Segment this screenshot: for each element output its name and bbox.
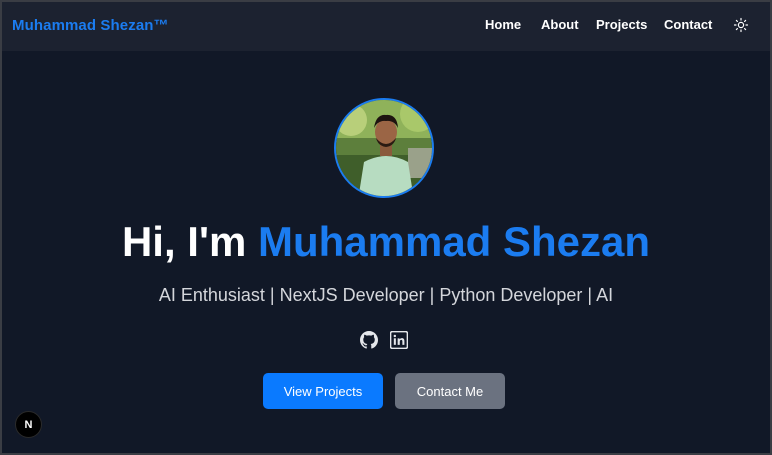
nav-contact-link[interactable]: Contact: [664, 17, 712, 32]
theme-toggle-button[interactable]: [733, 17, 749, 33]
github-icon: [360, 331, 378, 349]
linkedin-icon: [389, 330, 409, 350]
hero-greeting: Hi, I'm: [121, 218, 247, 265]
hero-heading: Hi, I'm Muhammad Shezan: [0, 218, 772, 266]
profile-avatar: [334, 98, 434, 198]
profile-photo: [336, 100, 432, 196]
nextjs-dev-badge[interactable]: N: [15, 411, 42, 438]
brand-logo[interactable]: Muhammad Shezan™: [12, 17, 169, 34]
contact-me-button[interactable]: Contact Me: [395, 373, 505, 409]
nav-about-link[interactable]: About: [541, 17, 579, 32]
nav-projects-link[interactable]: Projects: [596, 17, 647, 32]
hero-name: Muhammad Shezan: [257, 218, 651, 265]
nav-home-link[interactable]: Home: [485, 17, 521, 32]
navbar: Muhammad Shezan™: [2, 2, 770, 51]
github-link[interactable]: [360, 331, 378, 349]
view-projects-button[interactable]: View Projects: [263, 373, 383, 409]
linkedin-link[interactable]: [389, 330, 409, 350]
hero-subtitle: AI Enthusiast | NextJS Developer | Pytho…: [158, 285, 614, 305]
sun-icon: [733, 17, 749, 33]
